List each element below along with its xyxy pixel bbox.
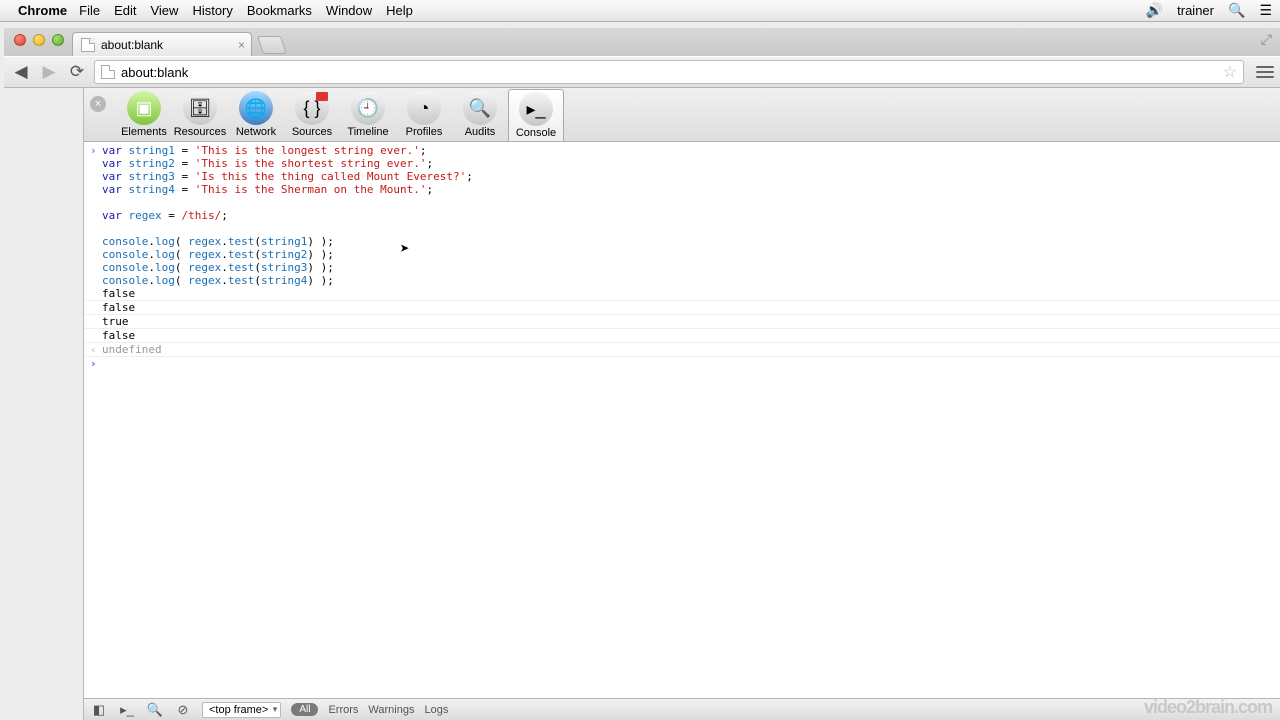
devtools-statusbar: ◧ ▸_ 🔍 ⊘ <top frame> All Errors Warnings… bbox=[84, 698, 1280, 720]
omnibox[interactable]: about:blank ☆ bbox=[94, 60, 1244, 84]
fullscreen-icon[interactable]: ⤢ bbox=[1261, 31, 1272, 48]
console-prompt[interactable] bbox=[84, 357, 1280, 370]
tab-elements[interactable]: ▣Elements bbox=[116, 89, 172, 141]
console-icon: ▸_ bbox=[519, 92, 553, 126]
menu-edit[interactable]: Edit bbox=[114, 3, 136, 18]
traffic-lights bbox=[8, 28, 72, 56]
menu-window[interactable]: Window bbox=[326, 3, 372, 18]
new-tab-button[interactable] bbox=[257, 36, 287, 54]
console-log-line: false bbox=[84, 287, 1280, 301]
console-input-line: console.log( regex.test(string2) ); bbox=[84, 248, 1280, 261]
console-input-line bbox=[84, 196, 1280, 209]
sources-icon: { } bbox=[295, 91, 329, 125]
tab-profiles[interactable]: ◔Profiles bbox=[396, 89, 452, 141]
tab-strip: about:blank × ⤢ bbox=[4, 28, 1280, 56]
clear-console-button[interactable]: ⊘ bbox=[174, 702, 192, 718]
console-return-line: undefined bbox=[84, 343, 1280, 357]
back-button[interactable]: ◀ bbox=[10, 61, 32, 83]
devtools-panel: × ▣Elements 🗄Resources 🌐Network { }Sourc… bbox=[84, 88, 1280, 720]
devtools-close-button[interactable]: × bbox=[90, 96, 106, 112]
audits-icon: 🔍 bbox=[463, 91, 497, 125]
page-icon bbox=[101, 65, 115, 79]
bookmark-star-icon[interactable]: ☆ bbox=[1223, 62, 1237, 82]
menu-bookmarks[interactable]: Bookmarks bbox=[247, 3, 312, 18]
console-input-line: var string1 = 'This is the longest strin… bbox=[84, 144, 1280, 157]
elements-icon: ▣ bbox=[127, 91, 161, 125]
notification-center-icon[interactable]: ☰ bbox=[1259, 2, 1272, 19]
filter-all[interactable]: All bbox=[291, 703, 318, 716]
console-input-line: var regex = /this/; bbox=[84, 209, 1280, 222]
console-input-line: var string4 = 'This is the Sherman on th… bbox=[84, 183, 1280, 196]
url-text: about:blank bbox=[121, 65, 188, 80]
app-name[interactable]: Chrome bbox=[18, 3, 67, 18]
frame-selector[interactable]: <top frame> bbox=[202, 702, 281, 718]
console-input-line: var string3 = 'Is this the thing called … bbox=[84, 170, 1280, 183]
tab-close-icon[interactable]: × bbox=[238, 38, 245, 52]
profiles-icon: ◔ bbox=[407, 91, 441, 125]
chrome-window: about:blank × ⤢ ◀ ▶ ⟳ about:blank ☆ × ▣E… bbox=[4, 28, 1280, 720]
nav-toolbar: ◀ ▶ ⟳ about:blank ☆ bbox=[4, 56, 1280, 88]
menu-help[interactable]: Help bbox=[386, 3, 413, 18]
console-input-line bbox=[84, 222, 1280, 235]
tab-audits[interactable]: 🔍Audits bbox=[452, 89, 508, 141]
tab-resources[interactable]: 🗄Resources bbox=[172, 89, 228, 141]
resources-icon: 🗄 bbox=[183, 91, 217, 125]
zoom-window-button[interactable] bbox=[52, 34, 64, 46]
console-input-line: console.log( regex.test(string3) ); bbox=[84, 261, 1280, 274]
reload-button[interactable]: ⟳ bbox=[66, 61, 88, 83]
favicon-icon bbox=[81, 38, 95, 52]
menu-view[interactable]: View bbox=[150, 3, 178, 18]
tab-title: about:blank bbox=[101, 38, 163, 52]
console-output[interactable]: var string1 = 'This is the longest strin… bbox=[84, 142, 1280, 698]
console-input-line: console.log( regex.test(string4) ); bbox=[84, 274, 1280, 287]
tab-network[interactable]: 🌐Network bbox=[228, 89, 284, 141]
tab-timeline[interactable]: 🕘Timeline bbox=[340, 89, 396, 141]
volume-icon[interactable]: 🔊 bbox=[1146, 2, 1163, 19]
user-name[interactable]: trainer bbox=[1177, 3, 1214, 18]
network-icon: 🌐 bbox=[239, 91, 273, 125]
filter-logs[interactable]: Logs bbox=[424, 704, 448, 716]
console-log-line: false bbox=[84, 301, 1280, 315]
content-area: × ▣Elements 🗄Resources 🌐Network { }Sourc… bbox=[4, 88, 1280, 720]
tab-console[interactable]: ▸_Console bbox=[508, 89, 564, 141]
devtools-tabs: ▣Elements 🗄Resources 🌐Network { }Sources… bbox=[116, 89, 564, 141]
mac-menubar: Chrome File Edit View History Bookmarks … bbox=[0, 0, 1280, 22]
browser-tab[interactable]: about:blank × bbox=[72, 32, 252, 56]
devtools-toolbar: × ▣Elements 🗄Resources 🌐Network { }Sourc… bbox=[84, 88, 1280, 142]
close-window-button[interactable] bbox=[14, 34, 26, 46]
filter-errors[interactable]: Errors bbox=[328, 704, 358, 716]
console-log-line: false bbox=[84, 329, 1280, 343]
search-button[interactable]: 🔍 bbox=[146, 702, 164, 718]
page-body bbox=[4, 88, 84, 720]
filter-warnings[interactable]: Warnings bbox=[368, 704, 414, 716]
console-log-line: true bbox=[84, 315, 1280, 329]
minimize-window-button[interactable] bbox=[33, 34, 45, 46]
show-console-button[interactable]: ▸_ bbox=[118, 702, 136, 718]
chrome-menu-button[interactable] bbox=[1256, 66, 1274, 78]
menu-history[interactable]: History bbox=[192, 3, 232, 18]
dock-side-button[interactable]: ◧ bbox=[90, 702, 108, 718]
forward-button[interactable]: ▶ bbox=[38, 61, 60, 83]
watermark: video2brain.com bbox=[1144, 697, 1272, 718]
tab-sources[interactable]: { }Sources bbox=[284, 89, 340, 141]
spotlight-icon[interactable]: 🔍 bbox=[1228, 2, 1245, 19]
menu-file[interactable]: File bbox=[79, 3, 100, 18]
console-input-line: var string2 = 'This is the shortest stri… bbox=[84, 157, 1280, 170]
console-input-line: console.log( regex.test(string1) ); bbox=[84, 235, 1280, 248]
timeline-icon: 🕘 bbox=[351, 91, 385, 125]
